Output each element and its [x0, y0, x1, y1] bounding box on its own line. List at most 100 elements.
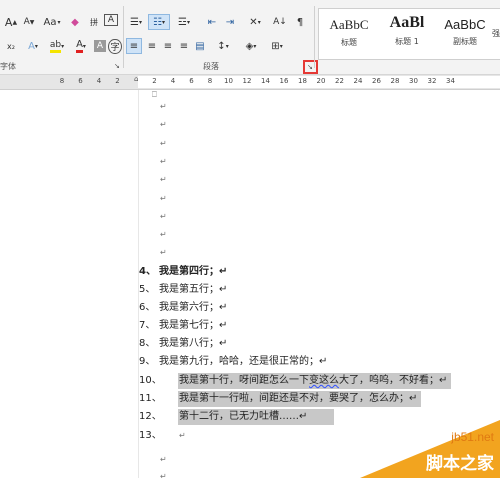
paragraph-group-label: 段落 [203, 62, 219, 71]
ruler-tick-label: 16 [279, 77, 289, 85]
grow-caret-icon: ▲ [12, 18, 18, 26]
list-number: 5、 [139, 284, 156, 295]
ruler-tick-label: 26 [372, 77, 381, 85]
font-group-label: 字体 [0, 62, 16, 71]
align-center-button[interactable]: ≡ [144, 38, 160, 54]
char-border-button[interactable]: A [104, 14, 118, 26]
grow-font-label: A [4, 15, 13, 29]
list-item[interactable]: 13、 ↵ [139, 428, 186, 444]
ruler-tick-label: 8 [207, 77, 213, 85]
list-text: 我是第六行；↵ [159, 302, 228, 313]
indent-marker-icon[interactable]: ⌂ [134, 75, 138, 83]
group-separator [314, 6, 315, 68]
list-number: 12、 [139, 411, 162, 422]
list-item[interactable]: 7、 我是第七行；↵ [139, 318, 227, 334]
increase-indent-button[interactable]: ⇥ [222, 14, 238, 30]
pilcrow-icon: ¶ [296, 16, 304, 28]
char-shading-button[interactable]: A [94, 40, 106, 52]
paragraph-mark: ↵ [160, 102, 167, 111]
list-number: 13、 [139, 430, 162, 441]
increase-indent-icon: ⇥ [225, 16, 235, 28]
grow-font-button[interactable]: A ▲ [4, 14, 18, 30]
list-text: 我是第七行；↵ [159, 320, 228, 331]
style-name: 强 [492, 29, 500, 38]
shading-button[interactable]: ◈ ▾ [240, 38, 262, 54]
horizontal-ruler[interactable]: 8 6 4 2 2 4 6 8 10 12 14 16 18 20 22 24 26 28 30 32 34 ⌂ [0, 75, 500, 90]
multilevel-list-button[interactable]: ☲ ▾ [173, 14, 195, 30]
list-item[interactable]: 12、 第十二行，已无力吐槽……↵ [139, 409, 307, 425]
style-heading-1[interactable]: AaBl 标题 1 [377, 9, 437, 59]
bullets-button[interactable]: ☰ ▾ [126, 14, 146, 30]
ruler-tick-label: 8 [59, 77, 65, 85]
style-name: 副标题 [453, 37, 477, 46]
eraser-icon: ◆ [71, 16, 79, 28]
chevron-down-icon: ▾ [225, 42, 229, 50]
anchor-icon: ⎕ [152, 90, 157, 99]
chevron-down-icon: ▾ [257, 18, 261, 26]
chinese-layout-button[interactable]: ✕ ▾ [244, 14, 266, 30]
style-sample: AaBbC [329, 17, 369, 32]
highlighter-icon: ab [49, 40, 62, 53]
list-item[interactable]: 9、 我是第九行，哈哈，还是很正常的；↵ [139, 354, 327, 370]
decrease-indent-button[interactable]: ⇤ [204, 14, 220, 30]
style-name: 标题 [341, 38, 357, 47]
paragraph-mark: ↵ [160, 156, 167, 166]
text-effect-label: A [28, 40, 35, 52]
subscript-button[interactable]: x₂ [4, 38, 18, 54]
style-title[interactable]: AaBbC 标题 [319, 9, 379, 59]
ruler-tick-label: 6 [78, 77, 83, 85]
ruler-tick-label: 14 [261, 77, 270, 85]
list-number: 11、 [139, 393, 162, 404]
show-marks-button[interactable]: ¶ [292, 14, 308, 30]
ruler-tick-label: 2 [115, 77, 120, 85]
justify-button[interactable]: ≡ [176, 38, 192, 54]
shrink-font-button[interactable]: A ▼ [22, 14, 36, 30]
paint-bucket-icon: ◈ [245, 40, 254, 52]
subscript-icon: x₂ [7, 41, 15, 51]
phonetic-guide-button[interactable]: 拼 [86, 14, 102, 30]
char-shading-label: A [96, 41, 104, 51]
style-name: 标题 1 [395, 37, 419, 46]
list-text: 我是第五行；↵ [159, 284, 228, 295]
align-right-icon: ≡ [163, 40, 173, 52]
ruler-tick-label: 34 [446, 77, 455, 85]
paragraph-mark: ↵ [160, 120, 167, 130]
list-text: 我是第九行，哈哈，还是很正常的；↵ [159, 356, 328, 367]
paragraph-mark: ↵ [160, 230, 167, 240]
line-spacing-button[interactable]: ↕ ▾ [212, 38, 234, 54]
list-number: 7、 [139, 320, 156, 331]
change-case-button[interactable]: Aa ▾ [40, 14, 64, 30]
font-dialog-launcher-icon[interactable]: ↘ [114, 62, 120, 70]
numbering-button[interactable]: ☷ ▾ [148, 14, 170, 30]
borders-button[interactable]: ⊞ ▾ [266, 38, 288, 54]
list-item[interactable]: 11、 我是第十一行啦，间距还是不对，要哭了，怎么办；↵ [139, 391, 417, 407]
clear-format-button[interactable]: ◆ [68, 14, 82, 30]
distributed-button[interactable]: ▤ [192, 38, 208, 54]
list-item[interactable]: 5、 我是第五行；↵ [139, 282, 227, 298]
sort-button[interactable]: A↓ [272, 14, 288, 30]
highlight-color-button[interactable]: ab ▾ [46, 38, 68, 54]
align-center-icon: ≡ [147, 40, 157, 52]
chevron-down-icon: ▾ [138, 18, 142, 26]
list-item[interactable]: 10、 我是第十行，呀间距怎么一下变这么大了，呜呜，不好看；↵ [139, 373, 447, 389]
char-border-label: A [107, 15, 115, 25]
list-item[interactable]: 4、 我是第四行；↵ [139, 264, 227, 280]
align-right-button[interactable]: ≡ [160, 38, 176, 54]
chevron-down-icon: ▾ [161, 18, 165, 26]
align-left-button[interactable]: ≡ [126, 38, 142, 54]
list-item[interactable]: 6、 我是第六行；↵ [139, 300, 227, 316]
ruler-tick-label: 18 [298, 77, 307, 85]
chevron-down-icon: ▾ [61, 42, 65, 50]
text-effects-button[interactable]: A ▾ [22, 38, 44, 54]
font-color-button[interactable]: A ▾ [70, 38, 92, 54]
style-subtitle[interactable]: AaBbC 副标题 [435, 9, 495, 59]
style-emphasis[interactable]: 强 [489, 9, 500, 59]
enclose-char-button[interactable]: 字 [108, 38, 122, 54]
sort-icon: A↓ [273, 17, 287, 27]
chevron-down-icon: ▾ [186, 18, 190, 26]
ruler-tick-label: 4 [170, 77, 176, 85]
styles-gallery[interactable]: AaBbC 标题 AaBl 标题 1 AaBbC 副标题 强 [318, 8, 500, 60]
ruler-tick-label: 2 [152, 77, 157, 85]
list-item[interactable]: 8、 我是第八行；↵ [139, 336, 227, 352]
chevron-down-icon: ▾ [34, 42, 38, 50]
